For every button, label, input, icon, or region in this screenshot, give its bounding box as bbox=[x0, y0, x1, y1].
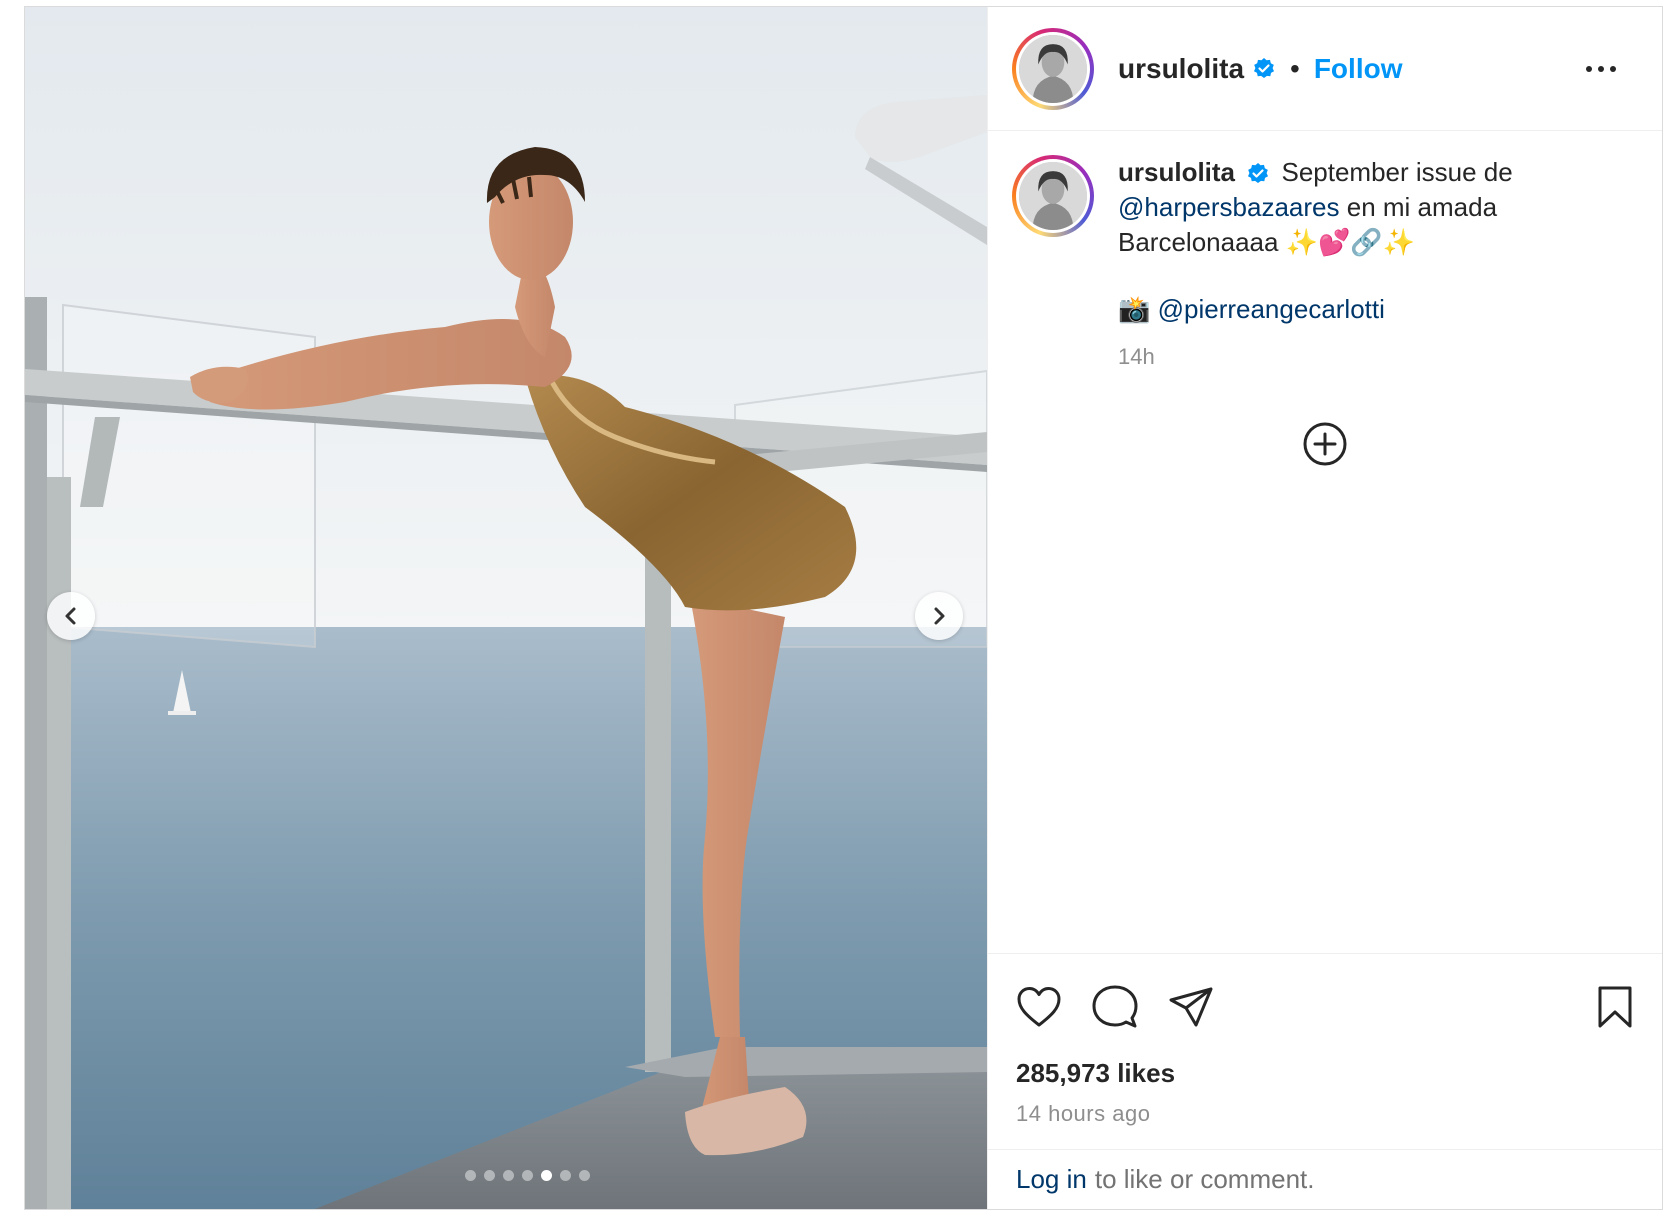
carousel-prev-button[interactable] bbox=[47, 592, 95, 640]
post-card: ursulolita • Follow ursulolita September… bbox=[24, 6, 1663, 1210]
add-circle-icon[interactable] bbox=[1302, 421, 1348, 472]
caption-row: ursulolita September issue de @harpersba… bbox=[1012, 155, 1638, 374]
carousel-dot bbox=[464, 1170, 476, 1181]
follow-button[interactable]: Follow bbox=[1314, 53, 1403, 85]
login-prompt: Log in to like or comment. bbox=[988, 1149, 1662, 1209]
caption-body-1: September issue de bbox=[1281, 157, 1513, 187]
caption-timestamp[interactable]: 14h bbox=[1118, 339, 1588, 374]
action-icon-row bbox=[1016, 954, 1634, 1054]
post-side-panel: ursulolita • Follow ursulolita September… bbox=[987, 7, 1662, 1209]
photo-credit-line: 📸 @pierreangecarlotti bbox=[1118, 292, 1588, 327]
caption-text: ursulolita September issue de @harpersba… bbox=[1118, 155, 1588, 374]
carousel-dot bbox=[540, 1170, 552, 1181]
post-timestamp[interactable]: 14 hours ago bbox=[1016, 1101, 1634, 1127]
post-photo bbox=[25, 7, 987, 1209]
post-header: ursulolita • Follow bbox=[988, 7, 1662, 131]
carousel-dot bbox=[559, 1170, 571, 1181]
post-author-username[interactable]: ursulolita bbox=[1118, 53, 1244, 85]
post-actions: 285,973 likes 14 hours ago bbox=[988, 953, 1662, 1149]
share-icon[interactable] bbox=[1168, 986, 1214, 1028]
carousel-dot bbox=[483, 1170, 495, 1181]
chevron-left-icon bbox=[65, 607, 76, 625]
carousel-indicator bbox=[25, 1170, 987, 1181]
carousel-dot bbox=[521, 1170, 533, 1181]
login-prompt-text: to like or comment. bbox=[1094, 1164, 1315, 1194]
caption-avatar[interactable] bbox=[1012, 155, 1094, 237]
caption-area: ursulolita September issue de @harpersba… bbox=[988, 131, 1662, 953]
mention-link-pierreangecarlotti[interactable]: @pierreangecarlotti bbox=[1158, 294, 1385, 324]
mention-link-harpersbazaares[interactable]: @harpersbazaares bbox=[1118, 192, 1340, 222]
verified-badge-icon bbox=[1246, 162, 1270, 186]
carousel-dot bbox=[578, 1170, 590, 1181]
camera-emoji: 📸 bbox=[1118, 294, 1151, 324]
likes-count[interactable]: 285,973 likes bbox=[1016, 1058, 1634, 1089]
comment-icon[interactable] bbox=[1092, 984, 1138, 1030]
chevron-right-icon bbox=[934, 607, 945, 625]
post-media[interactable] bbox=[25, 7, 987, 1209]
carousel-dot bbox=[502, 1170, 514, 1181]
heart-icon[interactable] bbox=[1016, 986, 1062, 1028]
more-options-icon[interactable] bbox=[1578, 58, 1624, 80]
verified-badge-icon bbox=[1252, 57, 1276, 81]
avatar[interactable] bbox=[1012, 27, 1094, 110]
login-link[interactable]: Log in bbox=[1016, 1164, 1087, 1195]
caption-username[interactable]: ursulolita bbox=[1118, 157, 1235, 187]
bookmark-icon[interactable] bbox=[1596, 985, 1634, 1029]
carousel-next-button[interactable] bbox=[915, 592, 963, 640]
separator-dot: • bbox=[1290, 52, 1300, 84]
